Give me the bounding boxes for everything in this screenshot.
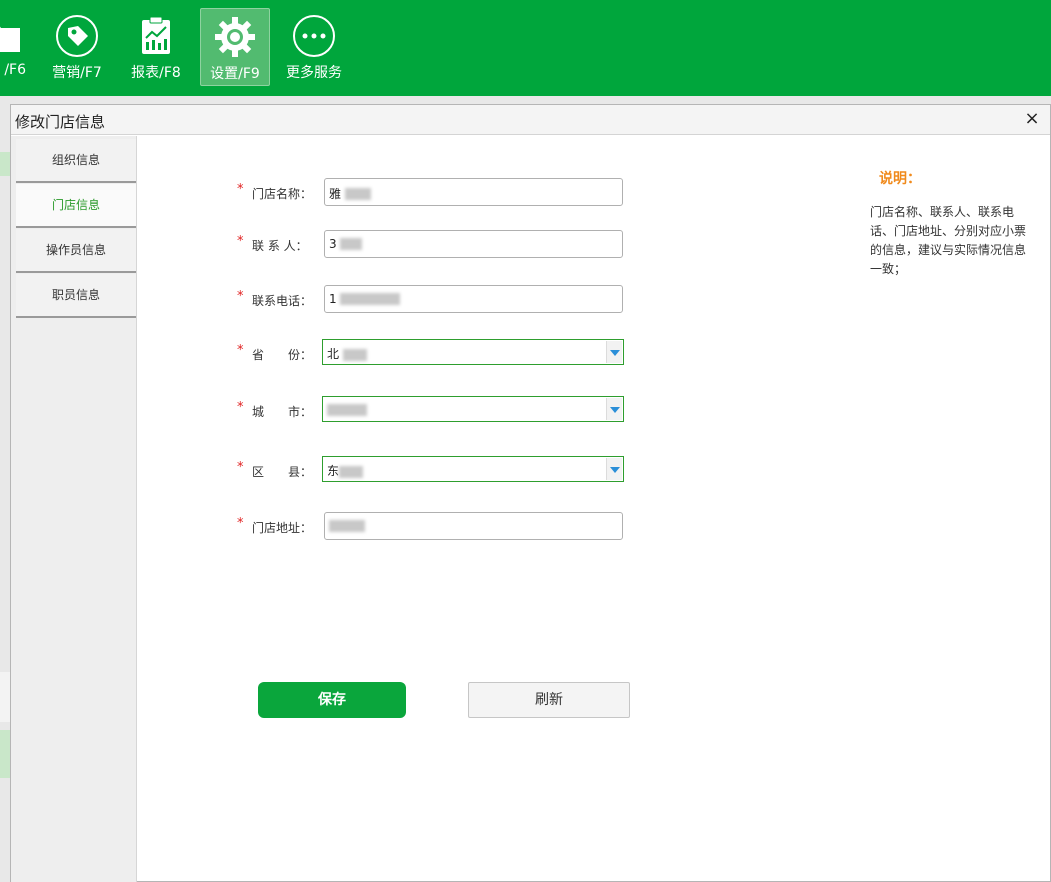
close-icon[interactable]: × (1022, 109, 1042, 129)
address-input[interactable] (324, 512, 623, 540)
toolbar-item-settings[interactable]: 设置/F9 (200, 8, 270, 86)
sidebar-item-operator-info[interactable]: 操作员信息 (16, 229, 136, 273)
required-mark: * (237, 234, 244, 249)
folder-icon (0, 26, 20, 52)
note-title: 说明： (879, 171, 921, 187)
redacted-text (340, 292, 401, 305)
store-info-panel: * 门店名称： 雅 * 联 系 人： 3 * 联系电话： 1 * 省 份： 北 … (137, 136, 1050, 881)
required-mark: * (237, 289, 244, 304)
required-mark: * (237, 516, 244, 531)
redacted-text (344, 187, 371, 200)
main-toolbar: /F6 营销/F7 报表/F8 设置/F9 更多服务 (0, 0, 1051, 96)
chevron-down-icon[interactable] (606, 458, 622, 480)
store-name-input[interactable]: 雅 (324, 178, 623, 206)
district-select[interactable]: 东 (322, 456, 624, 482)
toolbar-item-more[interactable]: 更多服务 (282, 8, 346, 86)
toolbar-label: 营销/F7 (52, 65, 102, 81)
toolbar-item-f6[interactable]: /F6 (0, 8, 28, 86)
background-strip (0, 730, 10, 778)
phone-input[interactable]: 1 (324, 285, 623, 313)
phone-label: 联系电话： (252, 294, 313, 308)
province-value: 北 (327, 345, 367, 362)
background-strip (0, 152, 10, 176)
toolbar-label: 报表/F8 (131, 65, 181, 81)
redacted-text (329, 519, 365, 532)
city-label: 城 市： (252, 405, 313, 419)
required-mark: * (237, 343, 244, 358)
redacted-text (342, 348, 367, 361)
required-mark: * (237, 182, 244, 197)
redacted-text (339, 465, 364, 478)
province-label: 省 份： (252, 348, 313, 362)
background-panel (0, 672, 10, 722)
edit-store-dialog: 修改门店信息 × 组织信息 门店信息 操作员信息 职员信息 * 门店名称： 雅 … (10, 104, 1051, 882)
store-name-value: 雅 (329, 187, 342, 201)
store-name-label: 门店名称： (252, 187, 313, 201)
toolbar-item-reports[interactable]: 报表/F8 (125, 8, 187, 86)
save-button[interactable]: 保存 (258, 682, 406, 718)
redacted-text (327, 403, 367, 416)
contact-value: 3 (329, 237, 337, 251)
district-label: 区 县： (252, 465, 313, 479)
report-icon (142, 16, 170, 54)
dialog-titlebar: 修改门店信息 × (11, 105, 1050, 135)
refresh-button[interactable]: 刷新 (468, 682, 630, 718)
phone-value: 1 (329, 292, 337, 306)
city-value (327, 402, 367, 416)
toolbar-item-marketing[interactable]: 营销/F7 (46, 8, 108, 86)
contact-input[interactable]: 3 (324, 230, 623, 258)
redacted-text (340, 237, 363, 250)
sidebar-item-store-info[interactable]: 门店信息 (16, 184, 136, 228)
required-mark: * (237, 460, 244, 475)
more-icon (293, 15, 335, 57)
address-label: 门店地址： (252, 521, 313, 535)
contact-label: 联 系 人： (252, 239, 308, 253)
gear-icon (215, 17, 255, 57)
toolbar-label: 更多服务 (286, 65, 342, 81)
city-select[interactable] (322, 396, 624, 422)
toolbar-label: 设置/F9 (210, 66, 260, 82)
district-value: 东 (327, 462, 364, 479)
chevron-down-icon[interactable] (606, 341, 622, 363)
chevron-down-icon[interactable] (606, 398, 622, 420)
sidebar-item-staff-info[interactable]: 职员信息 (16, 274, 136, 318)
province-select[interactable]: 北 (322, 339, 624, 365)
note-text: 门店名称、联系人、联系电话、门店地址、分别对应小票的信息，建议与实际情况信息一致… (870, 205, 1027, 276)
required-mark: * (237, 400, 244, 415)
dialog-title: 修改门店信息 (15, 113, 106, 131)
toolbar-label: /F6 (4, 62, 26, 78)
sidebar-item-org-info[interactable]: 组织信息 (16, 139, 136, 183)
settings-sidebar: 组织信息 门店信息 操作员信息 职员信息 (11, 136, 137, 882)
tag-icon (56, 15, 98, 57)
